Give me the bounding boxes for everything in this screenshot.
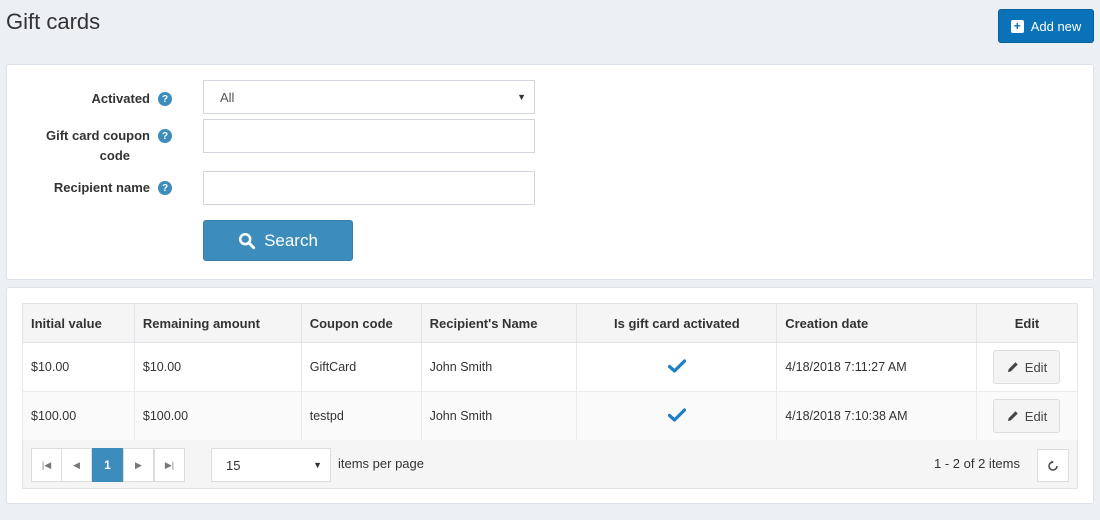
plus-square-icon: + bbox=[1010, 19, 1024, 33]
add-new-label: Add new bbox=[1030, 18, 1082, 34]
edit-button[interactable]: Edit bbox=[993, 399, 1061, 433]
edit-button[interactable]: Edit bbox=[993, 350, 1061, 384]
gift-cards-table: Initial value Remaining amount Coupon co… bbox=[22, 303, 1079, 441]
table-row: $100.00 $100.00 testpd John Smith 4/18/2… bbox=[22, 391, 1079, 441]
table-header-row: Initial value Remaining amount Coupon co… bbox=[22, 303, 1079, 343]
column-header-creation-date[interactable]: Creation date bbox=[776, 303, 977, 343]
cell-edit: Edit bbox=[975, 391, 1079, 441]
question-circle-icon[interactable]: ? bbox=[158, 181, 172, 195]
add-new-button[interactable]: + Add new bbox=[998, 9, 1094, 43]
coupon-label-line1: Gift card coupon bbox=[46, 128, 150, 143]
checkmark-icon bbox=[667, 358, 686, 373]
gift-cards-grid-panel: Initial value Remaining amount Coupon co… bbox=[6, 287, 1094, 504]
table-row: $10.00 $10.00 GiftCard John Smith 4/18/2… bbox=[22, 342, 1079, 392]
search-icon bbox=[239, 232, 256, 249]
page-size-select[interactable]: 15 ▼ bbox=[211, 448, 331, 482]
cell-activated bbox=[576, 391, 778, 441]
cell-creation-date: 4/18/2018 7:10:38 AM bbox=[776, 391, 977, 441]
cell-creation-date: 4/18/2018 7:11:27 AM bbox=[776, 342, 977, 392]
next-page-button[interactable]: ▶ bbox=[123, 448, 154, 482]
edit-label: Edit bbox=[1024, 408, 1048, 424]
first-page-button[interactable]: |◀ bbox=[31, 448, 62, 482]
edit-label: Edit bbox=[1024, 359, 1048, 375]
pager-info: 1 - 2 of 2 items bbox=[934, 456, 1020, 471]
activated-label: Activated bbox=[91, 91, 150, 106]
page-size-value: 15 bbox=[226, 457, 241, 473]
coupon-code-input[interactable] bbox=[203, 119, 535, 153]
cell-coupon-code: GiftCard bbox=[300, 342, 422, 392]
recipient-name-input[interactable] bbox=[203, 171, 535, 205]
first-page-icon: |◀ bbox=[41, 459, 52, 470]
pencil-icon bbox=[1007, 411, 1018, 421]
recipient-label: Recipient name bbox=[53, 180, 150, 195]
search-label: Search bbox=[264, 230, 318, 250]
column-header-edit: Edit bbox=[975, 303, 1079, 343]
pager: |◀ ◀ 1 ▶ ▶| 15 ▼ items per page 1 - 2 of… bbox=[22, 440, 1078, 489]
last-page-button[interactable]: ▶| bbox=[154, 448, 185, 482]
previous-page-icon: ◀ bbox=[73, 459, 80, 470]
pencil-icon bbox=[1007, 362, 1018, 372]
refresh-icon bbox=[1048, 460, 1058, 471]
cell-recipient-name: John Smith bbox=[420, 342, 578, 392]
search-panel: Activated ? All ▼ Gift card coupon code … bbox=[6, 64, 1094, 280]
column-header-initial-value[interactable]: Initial value bbox=[22, 303, 135, 343]
cell-initial-value: $10.00 bbox=[22, 342, 135, 392]
chevron-down-icon: ▼ bbox=[517, 92, 526, 102]
refresh-button[interactable] bbox=[1037, 449, 1069, 482]
column-header-recipient-name[interactable]: Recipient's Name bbox=[420, 303, 578, 343]
cell-coupon-code: testpd bbox=[300, 391, 422, 441]
coupon-label-line2: code bbox=[99, 148, 130, 163]
cell-remaining-amount: $100.00 bbox=[133, 391, 302, 441]
column-header-remaining-amount[interactable]: Remaining amount bbox=[133, 303, 302, 343]
items-per-page-label: items per page bbox=[338, 456, 424, 471]
chevron-down-icon: ▼ bbox=[313, 460, 322, 470]
checkmark-icon bbox=[667, 407, 686, 422]
search-button[interactable]: Search bbox=[203, 220, 353, 261]
cell-recipient-name: John Smith bbox=[420, 391, 578, 441]
question-circle-icon[interactable]: ? bbox=[158, 129, 172, 143]
coupon-label: Gift card coupon code bbox=[46, 126, 150, 166]
activated-select[interactable]: All ▼ bbox=[203, 80, 535, 114]
cell-activated bbox=[576, 342, 778, 392]
column-header-activated[interactable]: Is gift card activated bbox=[576, 303, 778, 343]
last-page-icon: ▶| bbox=[164, 459, 175, 470]
cell-remaining-amount: $10.00 bbox=[133, 342, 302, 392]
activated-selected-value: All bbox=[220, 89, 235, 105]
cell-initial-value: $100.00 bbox=[22, 391, 135, 441]
question-circle-icon[interactable]: ? bbox=[158, 92, 172, 106]
column-header-coupon-code[interactable]: Coupon code bbox=[300, 303, 422, 343]
page-button-current[interactable]: 1 bbox=[92, 448, 123, 482]
previous-page-button[interactable]: ◀ bbox=[61, 448, 92, 482]
cell-edit: Edit bbox=[975, 342, 1079, 392]
next-page-icon: ▶ bbox=[135, 459, 142, 470]
page-title: Gift cards bbox=[6, 9, 101, 34]
